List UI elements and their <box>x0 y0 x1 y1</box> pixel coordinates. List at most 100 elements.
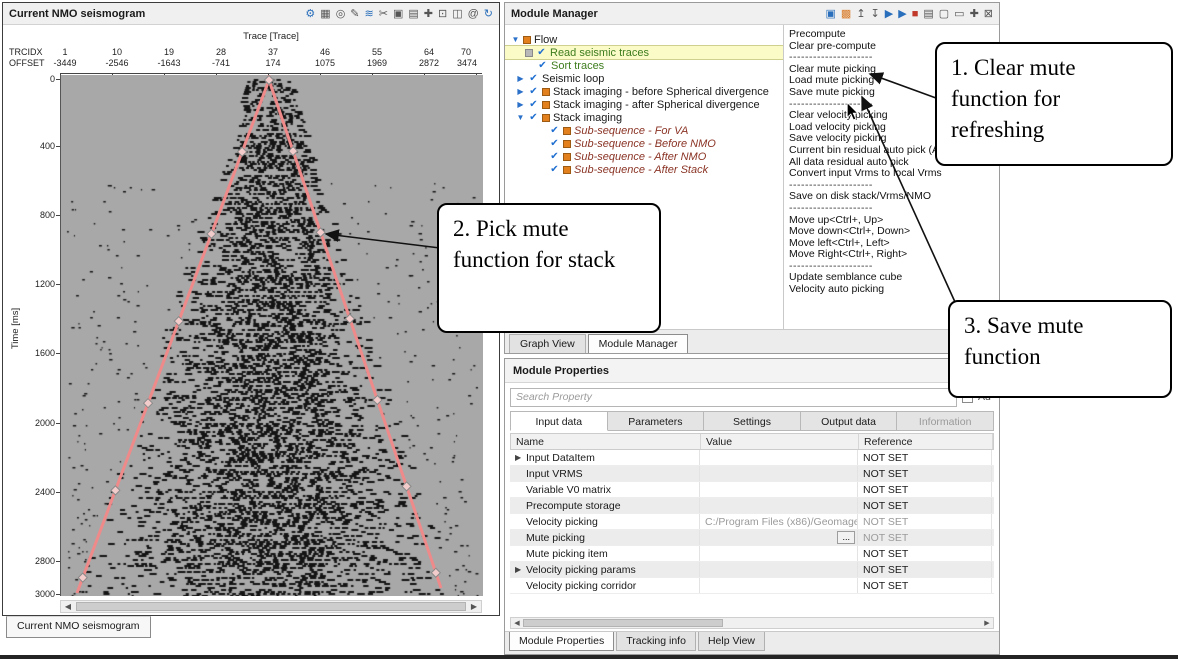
tree-item-subsequence-for-va[interactable]: ✔ Sub-sequence - For VA <box>505 124 783 137</box>
seismogram-hscrollbar[interactable]: ◀ ▶ <box>60 600 482 613</box>
seismogram-titlebar[interactable]: Current NMO seismogram ⚙ ▦ ◎ ✎ ≋ ✂ ▣ ▤ ✚… <box>3 3 499 25</box>
chevron-right-icon[interactable]: ▶ <box>516 100 525 109</box>
command-convert-vrms[interactable]: Convert input Vrms to local Vrms <box>789 168 999 180</box>
scroll-left-icon[interactable]: ◀ <box>61 602 75 611</box>
mute-pick-handle[interactable] <box>316 228 325 237</box>
module-properties-header[interactable]: Module Properties ▤ ∨ <box>505 359 999 383</box>
tab-current-nmo-seismogram[interactable]: Current NMO seismogram <box>6 616 151 638</box>
layout-icon[interactable]: ▦ <box>320 8 330 20</box>
chevron-right-icon[interactable]: ▶ <box>515 453 523 462</box>
tree-item-subsequence-after-nmo[interactable]: ✔ Sub-sequence - After NMO <box>505 150 783 163</box>
scroll-right-icon[interactable]: ▶ <box>981 619 993 627</box>
tab-parameters[interactable]: Parameters <box>608 411 705 431</box>
table-row-velocity-picking-params[interactable]: ▶Velocity picking params NOT SET <box>510 562 994 578</box>
command-velocity-auto-picking[interactable]: Velocity auto picking <box>789 284 999 296</box>
mute-pick-handle[interactable] <box>431 568 440 577</box>
wiggle-icon[interactable]: ≋ <box>365 8 374 20</box>
tree-item-stack-imaging[interactable]: ▼ ✔ Stack imaging <box>505 111 783 124</box>
report-icon[interactable]: ▤ <box>923 8 933 20</box>
chevron-down-icon[interactable]: ▼ <box>511 35 520 44</box>
mute-pick-handle[interactable] <box>402 482 411 491</box>
chevron-right-icon[interactable]: ▶ <box>516 74 525 83</box>
scroll-thumb[interactable] <box>76 602 466 611</box>
histogram-icon[interactable]: ▤ <box>408 8 418 20</box>
table-row-mute-picking[interactable]: Mute picking ... NOT SET <box>510 530 994 546</box>
mute-pick-handle[interactable] <box>111 486 120 495</box>
checkbox-icon[interactable]: ✔ <box>528 87 539 97</box>
checkbox-icon[interactable]: ✔ <box>549 152 560 162</box>
mute-pick-handle[interactable] <box>289 147 298 156</box>
mute-pick-handle[interactable] <box>238 147 247 156</box>
copy-icon[interactable]: ▢ <box>939 8 949 20</box>
command-precompute[interactable]: Precompute <box>789 29 999 41</box>
tab-help-view[interactable]: Help View <box>698 632 765 651</box>
scroll-thumb[interactable] <box>523 619 723 627</box>
refresh-icon[interactable]: ↻ <box>484 8 493 20</box>
tab-input-data[interactable]: Input data <box>510 411 608 431</box>
browse-button[interactable]: ... <box>837 531 855 544</box>
tree-item-seismic-loop[interactable]: ▶ ✔ Seismic loop <box>505 72 783 85</box>
window-icon[interactable]: ▭ <box>954 8 964 20</box>
checkbox-icon[interactable]: ✔ <box>528 74 539 84</box>
checkbox-icon[interactable]: ✔ <box>528 113 539 123</box>
tree-item-subsequence-after-stack[interactable]: ✔ Sub-sequence - After Stack <box>505 163 783 176</box>
properties-hscrollbar[interactable]: ◀ ▶ <box>510 617 994 629</box>
clip-icon[interactable]: ✂ <box>379 8 388 20</box>
import-icon[interactable]: ↥ <box>856 8 865 20</box>
run-icon[interactable]: ▶ <box>885 8 893 20</box>
tab-settings[interactable]: Settings <box>704 411 801 431</box>
table-row-mute-picking-item[interactable]: Mute picking item NOT SET <box>510 546 994 562</box>
checkbox-icon[interactable]: ✔ <box>537 61 548 71</box>
table-row-input-dataitem[interactable]: ▶Input DataItem NOT SET <box>510 450 994 466</box>
mute-pick-handle[interactable] <box>78 573 87 582</box>
modules-icon[interactable]: ▣ <box>826 8 836 20</box>
annotate-icon[interactable]: @ <box>468 8 479 20</box>
chevron-down-icon[interactable]: ▼ <box>516 113 525 122</box>
zoom-icon[interactable]: ◎ <box>336 8 346 20</box>
checkbox-icon[interactable]: ✔ <box>528 100 539 110</box>
step-icon[interactable]: ▶ <box>898 8 906 20</box>
crosshair-icon[interactable]: ✚ <box>424 8 433 20</box>
mute-pick-handle[interactable] <box>207 229 216 238</box>
tree-item-subsequence-before-nmo[interactable]: ✔ Sub-sequence - Before NMO <box>505 137 783 150</box>
scroll-right-icon[interactable]: ▶ <box>467 602 481 611</box>
pin-icon[interactable]: ✚ <box>970 8 979 20</box>
pick-icon[interactable]: ✎ <box>350 8 359 20</box>
tab-tracking-info[interactable]: Tracking info <box>616 632 696 651</box>
scroll-left-icon[interactable]: ◀ <box>511 619 523 627</box>
checkbox-icon[interactable]: ✔ <box>549 165 560 175</box>
chevron-right-icon[interactable]: ▶ <box>515 565 523 574</box>
mute-pick-handle[interactable] <box>345 314 354 323</box>
command-move-down[interactable]: Move down<Ctrl+, Down> <box>789 226 999 238</box>
mute-pick-handle[interactable] <box>144 399 153 408</box>
tree-item-stack-imaging-after-sd[interactable]: ▶ ✔ Stack imaging - after Spherical dive… <box>505 98 783 111</box>
table-row-precompute-storage[interactable]: Precompute storage NOT SET <box>510 498 994 514</box>
checkbox-icon[interactable]: ✔ <box>549 139 560 149</box>
tab-information[interactable]: Information <box>897 411 994 431</box>
gear-icon[interactable]: ⚙ <box>305 8 315 20</box>
export-icon[interactable]: ↧ <box>871 8 880 20</box>
mute-pick-handle[interactable] <box>174 317 183 326</box>
search-input[interactable] <box>510 388 957 407</box>
table-row-velocity-picking-corridor[interactable]: Velocity picking corridor NOT SET <box>510 578 994 594</box>
tab-module-manager[interactable]: Module Manager <box>588 334 689 353</box>
settings-icon[interactable]: ⊠ <box>984 8 993 20</box>
chevron-right-icon[interactable]: ▶ <box>516 87 525 96</box>
mute-pick-handle[interactable] <box>373 396 382 405</box>
tree-item-read-seismic-traces[interactable]: ✔ Read seismic traces <box>505 46 783 59</box>
checkbox-icon[interactable]: ✔ <box>549 126 560 136</box>
tree-item-stack-imaging-before-sd[interactable]: ▶ ✔ Stack imaging - before Spherical div… <box>505 85 783 98</box>
tree-item-sort-traces[interactable]: ✔ Sort traces <box>505 59 783 72</box>
mute-pick-markers[interactable] <box>78 76 440 583</box>
table-row-velocity-picking[interactable]: Velocity picking C:/Program Files (x86)/… <box>510 514 994 530</box>
module-manager-titlebar[interactable]: Module Manager ▣ ▩ ↥ ↧ ▶ ▶ ■ ▤ ▢ ▭ ✚ ⊠ <box>505 3 999 25</box>
mute-function-overlay[interactable] <box>60 75 482 596</box>
tab-module-properties[interactable]: Module Properties <box>509 632 614 651</box>
tab-output-data[interactable]: Output data <box>801 411 898 431</box>
export-icon[interactable]: ◫ <box>452 8 462 20</box>
table-row-input-vrms[interactable]: Input VRMS NOT SET <box>510 466 994 482</box>
tree-item-flow[interactable]: ▼ Flow <box>505 33 783 46</box>
table-row-variable-v0-matrix[interactable]: Variable V0 matrix NOT SET <box>510 482 994 498</box>
stop-icon[interactable]: ■ <box>912 8 919 20</box>
flow-icon[interactable]: ▩ <box>841 8 851 20</box>
